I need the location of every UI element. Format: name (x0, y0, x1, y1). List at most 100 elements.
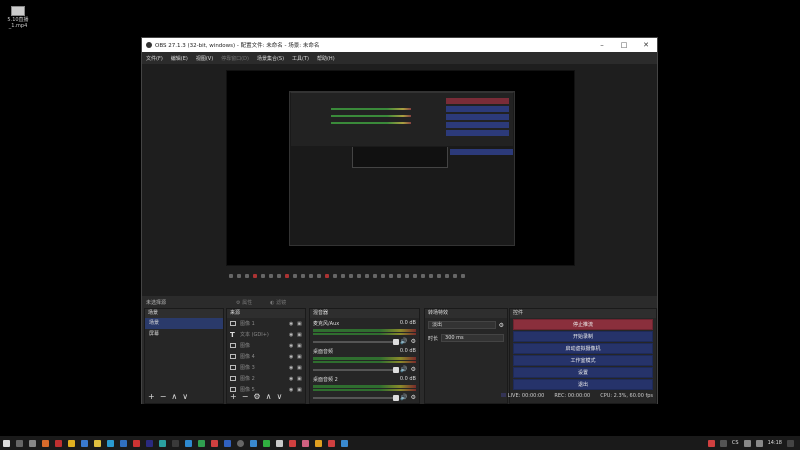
mixer-header: 混音器 (310, 309, 419, 318)
app-icon[interactable] (94, 439, 101, 447)
close-button[interactable]: ✕ (635, 41, 657, 49)
volume-slider[interactable] (313, 338, 400, 345)
scene-item[interactable]: 屏幕 (145, 329, 223, 340)
source-item[interactable]: 图像 4 ◉ ▣ (227, 351, 305, 362)
app-icon[interactable] (120, 439, 127, 447)
app-icon[interactable] (289, 439, 296, 447)
wechat-icon[interactable] (263, 439, 270, 447)
visibility-eye-icon[interactable]: ◉ (289, 354, 297, 360)
visibility-eye-icon[interactable]: ◉ (289, 376, 297, 382)
studio-mode-button[interactable]: 工作室模式 (513, 355, 653, 366)
source-item[interactable]: 图像 1 ◉ ▣ (227, 318, 305, 329)
lock-icon[interactable]: ▣ (297, 376, 305, 382)
app-icon[interactable] (107, 439, 114, 447)
track-db: 0.0 dB (399, 320, 416, 326)
image-source-icon (230, 376, 236, 381)
filters-button[interactable]: ◐ 滤镜 (270, 299, 286, 306)
taskbar: CS 14:18 (0, 436, 800, 450)
app-icon[interactable] (133, 439, 140, 447)
volume-icon[interactable] (755, 439, 763, 447)
app-icon[interactable] (81, 439, 88, 447)
settings-button[interactable]: 设置 (513, 367, 653, 378)
source-item[interactable]: 图像 ◉ ▣ (227, 340, 305, 351)
desktop-file-icon[interactable]: 5.10直播_1.mp4 (4, 6, 32, 29)
menu-tools[interactable]: 工具(T) (292, 55, 309, 62)
start-virtual-camera-button[interactable]: 启动虚拟摄像机 (513, 343, 653, 354)
image-source-icon (230, 343, 236, 348)
lock-icon[interactable]: ▣ (297, 321, 305, 327)
transitions-header: 转场特效 (425, 309, 507, 318)
app-icon[interactable] (159, 439, 166, 447)
app-icon[interactable] (211, 439, 218, 447)
speaker-icon[interactable]: 🔊 (400, 366, 407, 373)
app-icon[interactable] (302, 439, 309, 447)
level-meter (313, 333, 416, 335)
desktop-file-label: 5.10直播_1.mp4 (7, 17, 29, 29)
tray-icon[interactable] (707, 439, 715, 447)
app-icon[interactable] (172, 439, 179, 447)
lock-icon[interactable]: ▣ (297, 354, 305, 360)
clock[interactable]: 14:18 (768, 440, 782, 446)
visibility-eye-icon[interactable]: ◉ (289, 365, 297, 371)
app-icon[interactable] (224, 439, 231, 447)
menu-view[interactable]: 视图(V) (196, 55, 213, 62)
app-icon[interactable] (328, 439, 335, 447)
lock-icon[interactable]: ▣ (297, 343, 305, 349)
minimize-button[interactable]: – (591, 41, 613, 49)
network-icon[interactable] (743, 439, 751, 447)
level-meter (313, 329, 416, 332)
tray-icon[interactable] (719, 439, 727, 447)
menu-file[interactable]: 文件(F) (146, 55, 163, 62)
app-icon[interactable] (146, 439, 153, 447)
input-language[interactable]: CS (732, 440, 739, 446)
text-source-icon: T (230, 330, 235, 339)
lock-icon[interactable]: ▣ (297, 365, 305, 371)
menu-scene-collection[interactable]: 场景集合(S) (257, 55, 284, 62)
app-icon[interactable] (276, 439, 283, 447)
app-icon[interactable] (250, 439, 257, 447)
app-icon[interactable] (198, 439, 205, 447)
mixer-track: 桌面音频 0.0 dB 🔊 ⚙ (310, 346, 419, 374)
menu-docks[interactable]: 停靠窗口(D) (221, 55, 249, 62)
source-item[interactable]: T 文本 (GDI+) ◉ ▣ (227, 329, 305, 340)
track-name: 桌面音频 (313, 349, 334, 355)
volume-slider[interactable] (313, 366, 400, 373)
lock-icon[interactable]: ▣ (297, 332, 305, 338)
preview-canvas[interactable] (226, 70, 575, 266)
track-db: 0.0 dB (399, 376, 416, 382)
start-recording-button[interactable]: 开始录制 (513, 331, 653, 342)
exit-button[interactable]: 退出 (513, 379, 653, 390)
app-icon[interactable] (341, 439, 348, 447)
obs-window: OBS 27.1.3 (32-bit, windows) - 配置文件: 未命名… (141, 37, 658, 404)
gear-icon[interactable]: ⚙ (499, 322, 504, 329)
app-icon[interactable] (55, 439, 62, 447)
transition-select[interactable]: 淡出 (428, 321, 496, 329)
duration-input[interactable]: 300 ms (441, 334, 504, 342)
track-name: 麦克风/Aux (313, 321, 340, 327)
app-icon[interactable] (315, 439, 322, 447)
gear-icon[interactable]: ⚙ (411, 366, 416, 373)
no-source-label: 未选择源 (146, 299, 167, 306)
source-toolbar: 未选择源 ⚙ 属性 ◐ 滤镜 (142, 296, 657, 308)
task-view-icon[interactable] (29, 439, 36, 447)
maximize-button[interactable]: □ (613, 41, 635, 49)
visibility-eye-icon[interactable]: ◉ (289, 343, 297, 349)
app-icon[interactable] (42, 439, 49, 447)
gear-icon[interactable]: ⚙ (411, 338, 416, 345)
speaker-icon[interactable]: 🔊 (400, 338, 407, 345)
menu-help[interactable]: 帮助(H) (317, 55, 335, 62)
obs-taskbar-icon[interactable] (237, 439, 244, 447)
visibility-eye-icon[interactable]: ◉ (289, 332, 297, 338)
search-icon[interactable] (16, 439, 23, 447)
source-item[interactable]: 图像 3 ◉ ▣ (227, 362, 305, 373)
source-item[interactable]: 图像 2 ◉ ▣ (227, 373, 305, 384)
stop-streaming-button[interactable]: 停止推流 (513, 319, 653, 330)
notification-icon[interactable] (787, 439, 794, 447)
properties-button[interactable]: ⚙ 属性 (236, 299, 252, 306)
visibility-eye-icon[interactable]: ◉ (289, 321, 297, 327)
app-icon[interactable] (68, 439, 75, 447)
menu-edit[interactable]: 编辑(E) (171, 55, 188, 62)
scene-item[interactable]: 场景 (145, 318, 223, 329)
app-icon[interactable] (185, 439, 192, 447)
windows-start-icon[interactable] (3, 439, 10, 447)
